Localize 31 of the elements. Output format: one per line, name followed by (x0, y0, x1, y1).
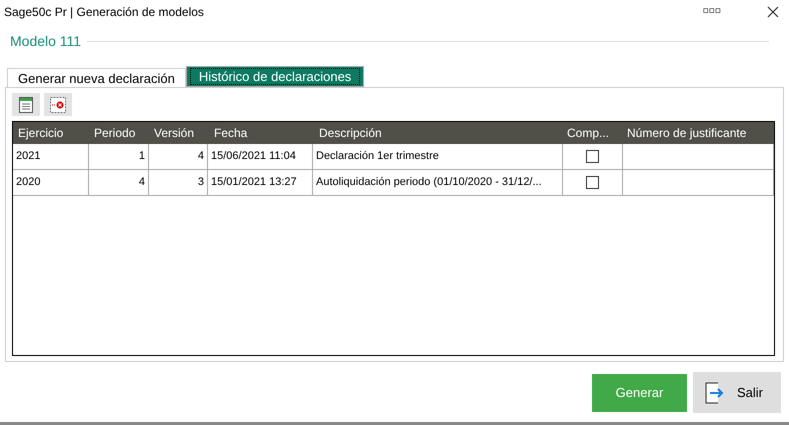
column-header[interactable]: Descripción (313, 122, 563, 144)
checkbox[interactable] (586, 150, 599, 163)
tab[interactable]: Generar nueva declaración (7, 68, 186, 87)
column-header[interactable]: Comp... (563, 122, 623, 144)
table-cell-text: 3 (198, 175, 204, 190)
table-cell-text: 15/01/2021 13:27 (211, 175, 297, 190)
column-header[interactable]: Versión (149, 122, 208, 144)
table-cell-text: 1 (138, 149, 145, 164)
table-cell-text: Declaración 1er trimestre (316, 149, 439, 164)
table-cell-text: 2020 (16, 175, 40, 190)
more-button[interactable]: ▫▫▫ (702, 5, 721, 19)
document-icon (19, 96, 33, 112)
new-document-button[interactable] (12, 93, 40, 116)
delete-icon (50, 96, 66, 112)
table-cell-text: 4 (198, 149, 204, 164)
table-cell-text: 2021 (16, 149, 40, 164)
column-header[interactable]: Periodo (89, 122, 149, 144)
table-cell-text: 4 (138, 175, 145, 190)
column-header[interactable]: Ejercicio (13, 122, 89, 144)
close-icon[interactable] (767, 6, 779, 18)
table-cell-text: 15/06/2021 11:04 (211, 149, 296, 164)
exit-icon (705, 382, 725, 404)
exit-button[interactable]: Salir (693, 372, 781, 413)
delete-button[interactable] (44, 93, 72, 116)
section-title: Modelo 111 (10, 32, 82, 51)
tab[interactable]: Histórico de declaraciones (186, 66, 364, 87)
column-header[interactable]: Número de justificante (623, 122, 774, 144)
column-header[interactable]: Fecha (208, 122, 313, 144)
checkbox[interactable] (586, 176, 599, 189)
window-title: Sage50c Pr | Generación de modelos (4, 4, 204, 21)
table-cell-text: Autoliquidación periodo (01/10/2020 - 31/12/... (316, 175, 542, 190)
